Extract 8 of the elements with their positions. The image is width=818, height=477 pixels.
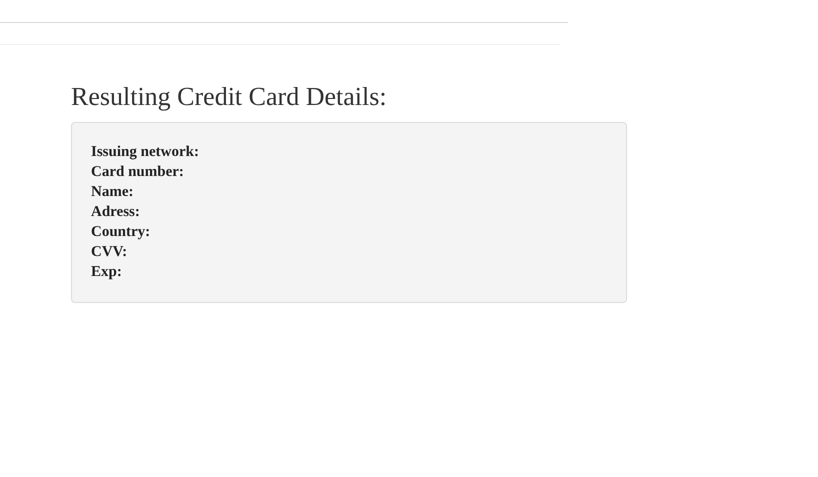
field-label: Country:	[91, 223, 150, 242]
section-heading: Resulting Credit Card Details:	[71, 81, 388, 113]
field-label: Name:	[91, 183, 134, 202]
field-label: Exp:	[91, 263, 122, 282]
field-label: Card number:	[91, 163, 184, 182]
field-label: CVV:	[91, 243, 128, 262]
field-label: Adress:	[91, 203, 140, 222]
field-label: Issuing network:	[91, 143, 199, 162]
